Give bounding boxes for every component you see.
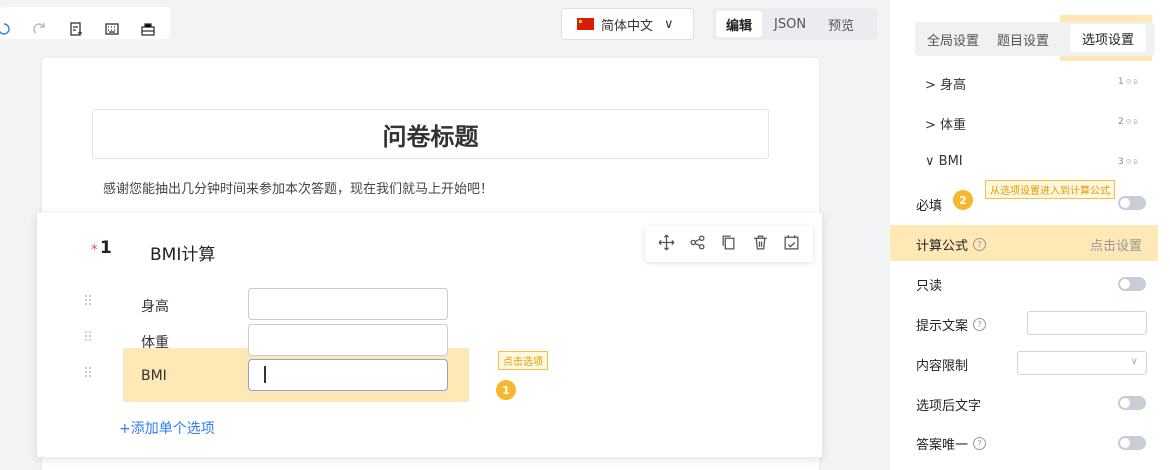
option-label-bmi[interactable]: BMI <box>141 368 167 384</box>
tree-item-label: BMI <box>938 154 963 169</box>
formula-icon[interactable] <box>1133 75 1138 88</box>
step-badge-1: 1 <box>496 380 516 400</box>
text-caret <box>264 366 266 383</box>
unique-toggle[interactable] <box>1118 436 1146 450</box>
keyboard-icon[interactable] <box>102 19 122 39</box>
tree-item-number: 1 <box>1118 76 1124 87</box>
copy-icon[interactable] <box>720 234 737 255</box>
required-toggle[interactable] <box>1118 196 1146 210</box>
option-label-height[interactable]: 身高 <box>141 296 169 316</box>
prop-label: 必填 <box>916 199 943 214</box>
tree-item-height[interactable]: > 身高 <box>925 74 966 93</box>
hint-input[interactable] <box>1027 311 1147 335</box>
cn-flag-icon <box>577 18 594 30</box>
tree-item-number: 2 <box>1118 116 1124 127</box>
undo-icon[interactable] <box>0 19 14 39</box>
prop-required-label: 必填 <box>916 195 942 214</box>
shield-icon[interactable] <box>1126 75 1131 88</box>
help-icon[interactable]: ? <box>973 238 987 251</box>
formula-icon[interactable] <box>1133 155 1138 168</box>
prop-label: 答案唯一 <box>916 438 969 453</box>
option-input-weight[interactable] <box>248 324 448 356</box>
chevron-right-icon: > <box>925 78 936 93</box>
prop-label: 选项后文字 <box>916 399 982 414</box>
tab-question-settings[interactable]: 题目设置 <box>991 26 1055 52</box>
shield-icon[interactable] <box>1126 115 1131 128</box>
prop-hint: 提示文案 ? <box>916 315 987 334</box>
prop-label: 只读 <box>916 279 943 294</box>
prop-label: 提示文案 <box>916 319 969 334</box>
editor-toolbar <box>0 7 170 39</box>
drag-handle-icon[interactable] <box>84 366 92 380</box>
option-label-weight[interactable]: 体重 <box>141 332 169 352</box>
survey-description[interactable]: 感谢您能抽出几分钟时间来参加本次答题，现在我们就马上开始吧！ <box>103 178 493 197</box>
prop-readonly: 只读 <box>916 275 942 294</box>
tab-edit[interactable]: 编辑 <box>716 11 763 37</box>
survey-title[interactable]: 问卷标题 <box>92 109 769 159</box>
question-title[interactable]: BMI计算 <box>150 240 215 265</box>
tree-item-label: 身高 <box>940 78 967 93</box>
formula-set-button[interactable]: 点击设置 <box>1090 235 1142 254</box>
help-icon[interactable]: ? <box>973 437 987 450</box>
chevron-down-icon: ∨ <box>925 154 935 169</box>
click-option-callout: 点击选项 <box>498 351 548 370</box>
language-select[interactable]: 简体中文 ∨ <box>561 8 694 40</box>
shield-icon[interactable] <box>1126 155 1131 168</box>
prop-suffix: 选项后文字 <box>916 395 981 414</box>
prop-label: 计算公式 <box>916 239 969 254</box>
prop-label: 内容限制 <box>916 359 969 374</box>
tab-global-settings[interactable]: 全局设置 <box>921 26 985 52</box>
move-icon[interactable] <box>658 234 675 255</box>
required-mark: * <box>91 243 98 258</box>
option-input-bmi[interactable] <box>248 359 448 391</box>
tab-preview[interactable]: 预览 <box>818 11 864 37</box>
chevron-right-icon: > <box>925 118 936 133</box>
tree-item-weight[interactable]: > 体重 <box>925 114 966 133</box>
tab-option-settings[interactable]: 选项设置 <box>1070 24 1146 52</box>
language-label: 简体中文 <box>601 18 654 34</box>
tree-item-meta: 2 <box>1090 115 1138 128</box>
import-icon[interactable] <box>66 19 86 39</box>
prop-content-limit: 内容限制 <box>916 355 968 374</box>
prop-unique: 答案唯一 ? <box>916 434 987 453</box>
add-option-button[interactable]: +添加单个选项 <box>119 418 215 438</box>
delete-icon[interactable] <box>752 234 769 255</box>
content-limit-select[interactable]: ∨ <box>1017 351 1147 375</box>
help-icon[interactable]: ? <box>973 318 987 331</box>
layout-icon[interactable] <box>138 19 158 39</box>
logic-icon[interactable] <box>689 234 706 255</box>
tree-item-meta: 3 <box>1090 155 1138 168</box>
chevron-down-icon: ∨ <box>1130 356 1138 367</box>
drag-handle-icon[interactable] <box>84 330 92 344</box>
tree-item-bmi[interactable]: ∨ BMI <box>925 154 963 169</box>
readonly-toggle[interactable] <box>1118 277 1146 291</box>
mode-tabs: 编辑 JSON 预览 <box>713 8 877 40</box>
settings-icon[interactable] <box>783 234 800 255</box>
question-number: 1 <box>100 238 112 258</box>
redo-icon[interactable] <box>30 19 50 39</box>
drag-handle-icon[interactable] <box>84 294 92 308</box>
formula-icon[interactable] <box>1133 115 1138 128</box>
step-badge-2: 2 <box>953 190 973 210</box>
tab-json[interactable]: JSON <box>764 11 816 37</box>
enter-formula-callout: 从选项设置进入到计算公式 <box>985 180 1115 199</box>
option-input-height[interactable] <box>248 288 448 320</box>
tree-item-label: 体重 <box>940 118 967 133</box>
question-toolbar <box>645 226 813 262</box>
tree-item-number: 3 <box>1118 156 1124 167</box>
prop-formula: 计算公式 ? <box>916 235 987 254</box>
suffix-toggle[interactable] <box>1118 396 1146 410</box>
chevron-down-icon: ∨ <box>664 16 674 32</box>
tree-item-meta: 1 <box>1090 75 1138 88</box>
